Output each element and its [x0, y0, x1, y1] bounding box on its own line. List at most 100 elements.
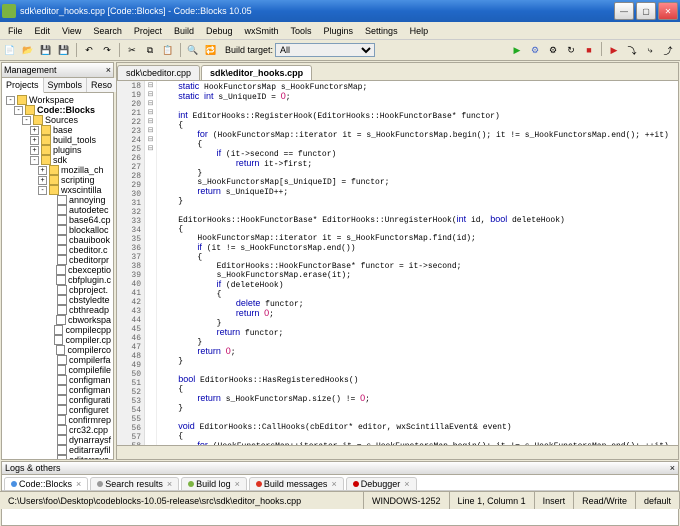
save-icon[interactable]: 💾	[38, 42, 54, 58]
tree-item[interactable]: -wxscintilla	[2, 185, 113, 195]
tree-item[interactable]: cbeditor.c	[2, 245, 113, 255]
tree-item[interactable]: +build_tools	[2, 135, 113, 145]
expand-icon[interactable]: +	[30, 126, 39, 135]
tree-item[interactable]: configurati	[2, 395, 113, 405]
mgmt-tab-projects[interactable]: Projects	[2, 78, 44, 93]
menu-settings[interactable]: Settings	[359, 25, 404, 37]
mgmt-tab-symbols[interactable]: Symbols	[44, 78, 88, 92]
undo-icon[interactable]: ↶	[81, 42, 97, 58]
tree-item[interactable]: +scripting	[2, 175, 113, 185]
paste-icon[interactable]: 📋	[160, 42, 176, 58]
tree-item[interactable]: editarrayo	[2, 455, 113, 459]
expand-icon[interactable]: +	[30, 136, 39, 145]
tree-item[interactable]: annoying	[2, 195, 113, 205]
expand-icon[interactable]: +	[30, 146, 39, 155]
log-tab-search-results[interactable]: Search results×	[90, 477, 179, 490]
horizontal-scrollbar[interactable]	[117, 445, 678, 459]
replace-icon[interactable]: 🔁	[203, 42, 219, 58]
step-into-icon[interactable]: ⤷	[642, 42, 658, 58]
tab-close-icon[interactable]: ×	[404, 479, 409, 489]
editor-tab[interactable]: sdk\editor_hooks.cpp	[201, 65, 312, 80]
tree-item[interactable]: cbexceptio	[2, 265, 113, 275]
debug-icon[interactable]: ▶	[606, 42, 622, 58]
build-target-select[interactable]: All	[275, 43, 375, 57]
tree-item[interactable]: cbthreadp	[2, 305, 113, 315]
cut-icon[interactable]: ✂	[124, 42, 140, 58]
rebuild-icon[interactable]: ↻	[563, 42, 579, 58]
log-tab-build-messages[interactable]: Build messages×	[249, 477, 344, 490]
tree-item[interactable]: compilerco	[2, 345, 113, 355]
tree-item[interactable]: configman	[2, 385, 113, 395]
tab-close-icon[interactable]: ×	[76, 479, 81, 489]
menu-tools[interactable]: Tools	[285, 25, 318, 37]
menu-plugins[interactable]: Plugins	[318, 25, 360, 37]
collapse-icon[interactable]: -	[6, 96, 15, 105]
tab-close-icon[interactable]: ×	[167, 479, 172, 489]
menu-edit[interactable]: Edit	[29, 25, 57, 37]
menu-project[interactable]: Project	[128, 25, 168, 37]
save-all-icon[interactable]: 💾	[56, 42, 72, 58]
tree-item[interactable]: compiler.cp	[2, 335, 113, 345]
menu-wxsmith[interactable]: wxSmith	[238, 25, 284, 37]
tree-item[interactable]: compilecpp	[2, 325, 113, 335]
build-run-icon[interactable]: ⚙	[545, 42, 561, 58]
menu-debug[interactable]: Debug	[200, 25, 239, 37]
tree-item[interactable]: dynarraysf	[2, 435, 113, 445]
step-out-icon[interactable]: ⤴	[660, 42, 676, 58]
tree-item[interactable]: -sdk	[2, 155, 113, 165]
log-tab-code-blocks[interactable]: Code::Blocks×	[4, 477, 88, 490]
collapse-icon[interactable]: -	[30, 156, 39, 165]
menu-help[interactable]: Help	[404, 25, 435, 37]
code-editor[interactable]: static HookFunctorsMap s_HookFunctorsMap…	[157, 81, 678, 445]
new-file-icon[interactable]: 📄	[2, 42, 18, 58]
tree-item[interactable]: configman	[2, 375, 113, 385]
tree-item[interactable]: cbproject.	[2, 285, 113, 295]
step-over-icon[interactable]: ⤵	[624, 42, 640, 58]
tree-item[interactable]: -Sources	[2, 115, 113, 125]
find-icon[interactable]: 🔍	[185, 42, 201, 58]
tree-item[interactable]: base64.cp	[2, 215, 113, 225]
tree-item[interactable]: autodetec	[2, 205, 113, 215]
close-button[interactable]: ✕	[658, 2, 678, 20]
expand-icon[interactable]: +	[38, 166, 47, 175]
maximize-button[interactable]: ▢	[636, 2, 656, 20]
editor-tab[interactable]: sdk\cbeditor.cpp	[117, 65, 200, 80]
tab-close-icon[interactable]: ×	[235, 479, 240, 489]
tree-item[interactable]: cbworkspa	[2, 315, 113, 325]
tree-item[interactable]: editarrayfil	[2, 445, 113, 455]
build-icon[interactable]: ⚙	[527, 42, 543, 58]
menu-file[interactable]: File	[2, 25, 29, 37]
open-icon[interactable]: 📂	[20, 42, 36, 58]
tree-item[interactable]: compilerfa	[2, 355, 113, 365]
collapse-icon[interactable]: -	[14, 106, 23, 115]
log-tab-debugger[interactable]: Debugger×	[346, 477, 417, 490]
tree-item[interactable]: confirmrep	[2, 415, 113, 425]
fold-gutter[interactable]: ⊟ ⊟ ⊟ ⊟ ⊟ ⊟ ⊟ ⊟	[145, 81, 157, 445]
expand-icon[interactable]: +	[38, 176, 47, 185]
logs-close-icon[interactable]: ×	[670, 463, 675, 473]
run-icon[interactable]: ▶	[509, 42, 525, 58]
tree-item[interactable]: +mozilla_ch	[2, 165, 113, 175]
menu-view[interactable]: View	[56, 25, 87, 37]
copy-icon[interactable]: ⧉	[142, 42, 158, 58]
collapse-icon[interactable]: -	[38, 186, 47, 195]
panel-close-icon[interactable]: ×	[106, 65, 111, 75]
redo-icon[interactable]: ↷	[99, 42, 115, 58]
menu-search[interactable]: Search	[87, 25, 128, 37]
tree-item[interactable]: -Workspace	[2, 95, 113, 105]
tree-item[interactable]: compilefile	[2, 365, 113, 375]
tree-item[interactable]: cbeditorpr	[2, 255, 113, 265]
tree-item[interactable]: cbfplugin.c	[2, 275, 113, 285]
tree-item[interactable]: cbstyledte	[2, 295, 113, 305]
minimize-button[interactable]: —	[614, 2, 634, 20]
tree-item[interactable]: blockalloc	[2, 225, 113, 235]
tab-close-icon[interactable]: ×	[331, 479, 336, 489]
mgmt-tab-reso[interactable]: Reso	[87, 78, 117, 92]
tree-item[interactable]: +plugins	[2, 145, 113, 155]
tree-item[interactable]: configuret	[2, 405, 113, 415]
tree-item[interactable]: cbauibook	[2, 235, 113, 245]
tree-item[interactable]: crc32.cpp	[2, 425, 113, 435]
collapse-icon[interactable]: -	[22, 116, 31, 125]
stop-icon[interactable]: ■	[581, 42, 597, 58]
log-tab-build-log[interactable]: Build log×	[181, 477, 247, 490]
